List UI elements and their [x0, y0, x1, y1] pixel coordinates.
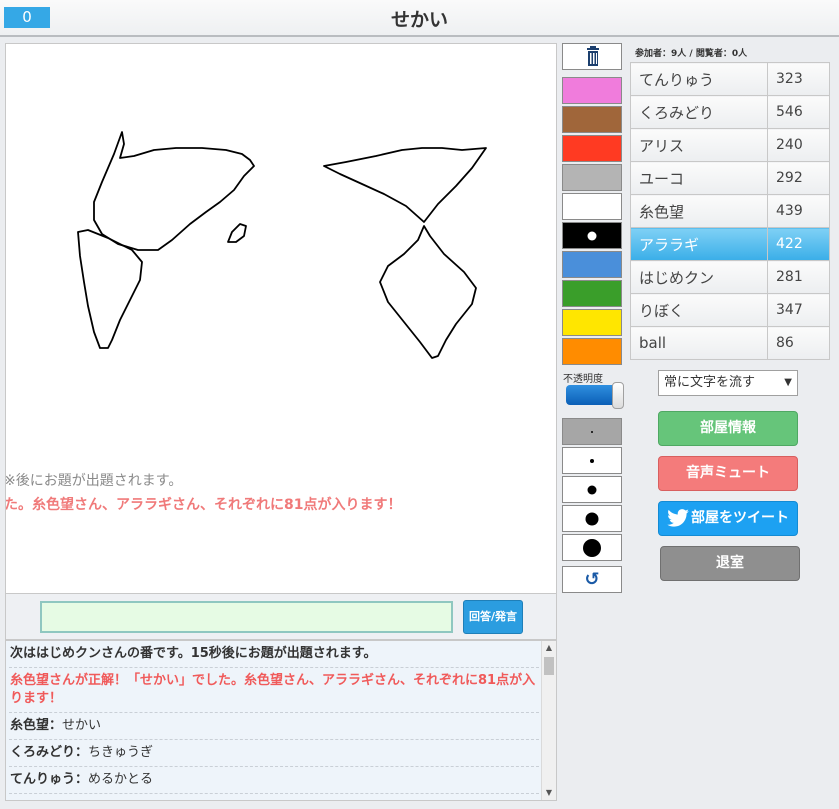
- chat-text: めるかとる: [88, 772, 154, 787]
- pen-size-dot-icon: [587, 485, 597, 494]
- player-row: はじめクン 281: [630, 260, 830, 294]
- scroll-down-icon[interactable]: ▼: [544, 788, 554, 798]
- answer-submit-button[interactable]: 回答/発言: [463, 600, 523, 634]
- pen-size-1[interactable]: [562, 418, 622, 445]
- color-swatch[interactable]: [562, 309, 622, 336]
- opacity-label: 不透明度: [563, 374, 603, 385]
- player-name: くろみどり: [630, 95, 768, 129]
- room-info-button[interactable]: 部屋情報: [658, 411, 798, 446]
- flow-message-2: た。糸色望さん、アララギさん、それぞれに81点が入ります！: [5, 497, 402, 513]
- chat-line: 糸色望さんが正解！「せかい」でした。糸色望さん、アララギさん、それぞれに81点が…: [9, 668, 539, 713]
- pen-size-4[interactable]: [562, 505, 622, 532]
- top-bar: 0 せかい: [0, 0, 839, 37]
- trash-icon: [587, 46, 599, 66]
- color-swatch[interactable]: [562, 222, 622, 249]
- mute-button[interactable]: 音声ミュート: [658, 456, 798, 491]
- player-ranking: てんりゅう 323 くろみどり 546 アリス 240 ユーコ 292 糸色望 439 アララギ 42…: [630, 62, 830, 360]
- twitter-icon: [667, 509, 689, 527]
- selected-indicator-icon: [587, 231, 597, 240]
- player-name: アララギ: [630, 227, 768, 261]
- pen-size-3[interactable]: [562, 476, 622, 503]
- player-score: 281: [767, 260, 830, 294]
- color-swatch[interactable]: [562, 106, 622, 133]
- player-row: 糸色望 439: [630, 194, 830, 228]
- player-name: てんりゅう: [630, 62, 768, 96]
- chat-text: せかい: [62, 718, 102, 733]
- color-swatch[interactable]: [562, 193, 622, 220]
- player-score: 439: [767, 194, 830, 228]
- chat-line: 次ははじめクンさんの番です。15秒後にお題が出題されます。: [9, 641, 539, 668]
- chat-name: てんりゅう：: [10, 772, 89, 787]
- page-title: せかい: [390, 9, 448, 31]
- clear-canvas-button[interactable]: [562, 43, 622, 70]
- chat-log: 次ははじめクンさんの番です。15秒後にお題が出題されます。 糸色望さんが正解！「…: [5, 640, 557, 801]
- scroll-mode-value: 常に文字を流す: [664, 375, 756, 390]
- player-name: はじめクン: [630, 260, 768, 294]
- pen-size-2[interactable]: [562, 447, 622, 474]
- tweet-button[interactable]: 部屋をツイート: [658, 501, 798, 536]
- color-swatch[interactable]: [562, 77, 622, 104]
- player-score: 347: [767, 293, 830, 327]
- color-swatch[interactable]: [562, 164, 622, 191]
- chat-name: 糸色望：: [10, 718, 63, 733]
- participants-count: 参加者：9人 / 閲覧者：0人: [635, 49, 748, 59]
- exit-room-button[interactable]: 退室: [660, 546, 800, 581]
- player-name: 糸色望: [630, 194, 768, 228]
- player-score: 240: [767, 128, 830, 162]
- chat-text: 糸色望さんが正解！「せかい」でした。糸色望さん、アララギさん、それぞれに81点が…: [10, 673, 536, 706]
- chat-name: くろみどり：: [10, 745, 89, 760]
- scroll-up-icon[interactable]: ▲: [544, 643, 554, 653]
- player-score: 422: [767, 227, 830, 261]
- pen-size-dot-icon: [583, 538, 601, 557]
- player-name: ball: [630, 326, 768, 360]
- player-row: ユーコ 292: [630, 161, 830, 195]
- pen-size-dot-icon: [585, 512, 599, 525]
- scroll-thumb[interactable]: [544, 657, 554, 675]
- player-row: アリス 240: [630, 128, 830, 162]
- player-name: りぼく: [630, 293, 768, 327]
- player-row: ball 86: [630, 326, 830, 360]
- chat-scrollbar[interactable]: ▲ ▼: [541, 641, 556, 800]
- answer-input[interactable]: [40, 601, 453, 633]
- player-row: アララギ 422: [630, 227, 830, 261]
- player-name: アリス: [630, 128, 768, 162]
- undo-icon: ↺: [584, 569, 600, 590]
- chat-text: ちきゅうぎ: [88, 745, 154, 760]
- color-swatch[interactable]: [562, 338, 622, 365]
- player-score: 546: [767, 95, 830, 129]
- scroll-mode-select[interactable]: 常に文字を流す ▼: [658, 370, 798, 396]
- player-name: ユーコ: [630, 161, 768, 195]
- player-score: 292: [767, 161, 830, 195]
- undo-button[interactable]: ↺: [562, 566, 622, 593]
- player-score: 86: [767, 326, 830, 360]
- chat-line: 糸色望：せかい: [9, 713, 539, 740]
- player-score: 323: [767, 62, 830, 96]
- chevron-down-icon: ▼: [784, 377, 792, 388]
- player-row: りぼく 347: [630, 293, 830, 327]
- color-swatch[interactable]: [562, 280, 622, 307]
- pen-size-dot-icon: [590, 458, 594, 463]
- drawing-canvas[interactable]: ※後にお題が出題されます。 た。糸色望さん、アララギさん、それぞれに81点が入り…: [5, 43, 557, 594]
- player-row: くろみどり 546: [630, 95, 830, 129]
- color-swatch[interactable]: [562, 251, 622, 278]
- answer-row: 回答/発言: [5, 594, 557, 640]
- pen-size-dot-icon: [591, 430, 593, 433]
- player-row: てんりゅう 323: [630, 62, 830, 96]
- opacity-slider-handle[interactable]: [612, 382, 624, 409]
- pen-size-5[interactable]: [562, 534, 622, 561]
- chat-line: くろみどり：ちきゅうぎ: [9, 740, 539, 767]
- chat-text: 次ははじめクンさんの番です。15秒後にお題が出題されます。: [10, 646, 377, 661]
- flow-message-1: ※後にお題が出題されます。: [5, 473, 183, 489]
- chat-line: てんりゅう：めるかとる: [9, 767, 539, 794]
- color-swatch[interactable]: [562, 135, 622, 162]
